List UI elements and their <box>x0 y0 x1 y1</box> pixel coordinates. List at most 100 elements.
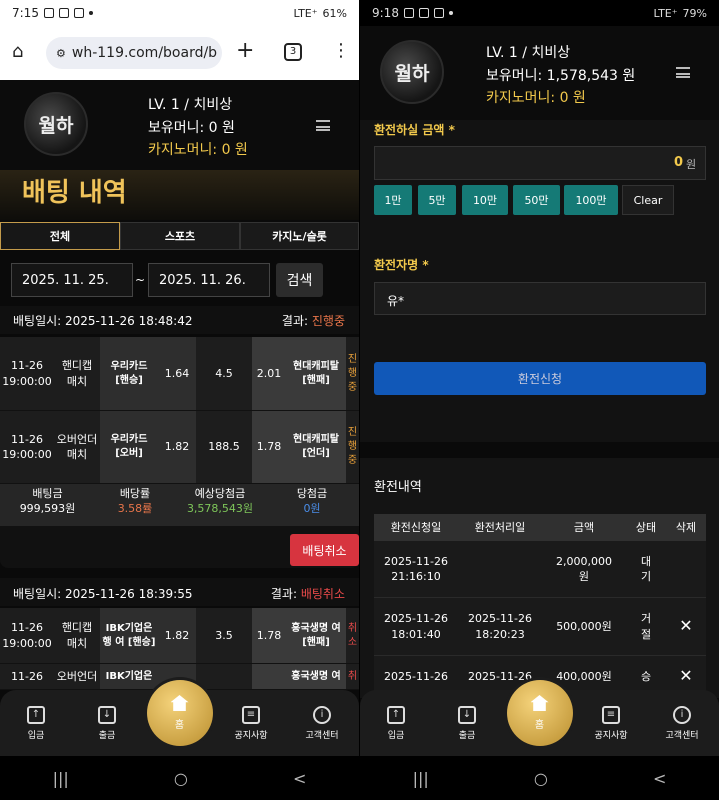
facebook-icon <box>418 8 429 18</box>
nav-support[interactable]: i 고객센터 <box>292 696 352 741</box>
site-logo[interactable]: 월하 <box>380 40 444 104</box>
withdraw-submit-button[interactable]: 환전신청 <box>374 362 706 395</box>
bet-cell-odds2[interactable]: 2.01 <box>252 337 286 411</box>
tab-sports[interactable]: 스포츠 <box>120 222 240 250</box>
info-icon: i <box>673 706 691 724</box>
date-to-input[interactable]: 2025. 11. 26. <box>148 263 270 297</box>
facebook-icon <box>58 8 69 18</box>
url-bar[interactable]: ⚙ wh-119.com/board/b <box>46 37 222 69</box>
bet-cell-odds2[interactable]: 1.78 <box>252 608 286 664</box>
nav-notice[interactable]: ≡ 공지사항 <box>581 696 641 741</box>
nav-notice[interactable]: ≡ 공지사항 <box>221 696 281 741</box>
bet-cell-away[interactable]: 현대캐피탈 [핸패] <box>286 337 346 411</box>
battery-level: 79% <box>682 6 707 20</box>
home-circle-icon[interactable]: ○ <box>174 769 188 788</box>
gallery-icon <box>433 8 444 18</box>
site-logo[interactable]: 월하 <box>24 92 88 156</box>
bet-cell-status: 진 행 중 <box>346 411 359 484</box>
bet-cell-line <box>196 664 252 690</box>
bet-cell-line: 4.5 <box>196 337 252 411</box>
delete-icon[interactable] <box>666 541 706 598</box>
home-circle-icon[interactable]: ○ <box>534 769 548 788</box>
user-money: 보유머니: 1,578,543 원 <box>486 68 636 84</box>
user-level: LV. 1 / 치비상 <box>486 45 571 61</box>
quick-10man-button[interactable]: 10만 <box>462 185 508 215</box>
amount-label: 환전하실 금액 * <box>374 123 455 137</box>
bet-cell-line: 3.5 <box>196 608 252 664</box>
name-input[interactable]: 유* <box>374 282 706 315</box>
withdraw-icon: ↓ <box>458 706 476 724</box>
browser-bar: ⌂ ⚙ wh-119.com/board/b + 3 ⋮ <box>0 26 359 80</box>
home-icon[interactable]: ⌂ <box>12 43 32 61</box>
bet-cell-away[interactable]: 현대캐피탈 [언더] <box>286 411 346 484</box>
recents-icon[interactable]: ||| <box>53 769 69 788</box>
search-button[interactable]: 검색 <box>276 263 323 297</box>
bet-cell-line: 188.5 <box>196 411 252 484</box>
history-cell-req: 2025-11-26 21:16:10 <box>374 541 458 598</box>
list-icon: ≡ <box>242 706 260 724</box>
nav-deposit[interactable]: ↑ 입금 <box>366 696 426 741</box>
history-cell-done <box>458 541 542 598</box>
quick-100man-button[interactable]: 100만 <box>564 185 618 215</box>
cancel-bet-button[interactable]: 배팅취소 <box>290 534 359 566</box>
amount-value: 0 <box>674 155 684 170</box>
house-icon <box>170 695 189 711</box>
delete-icon[interactable]: ✕ <box>666 598 706 656</box>
hamburger-icon[interactable] <box>316 120 330 131</box>
site-settings-icon[interactable]: ⚙ <box>56 47 66 60</box>
bet-time: 배팅일시: 2025-11-26 18:39:55 <box>13 587 193 601</box>
page-title: 배팅 내역 <box>22 178 127 208</box>
back-icon[interactable]: < <box>653 769 666 788</box>
bet-cell-date: 11-26 <box>0 664 54 690</box>
nav-support[interactable]: i 고객센터 <box>652 696 712 741</box>
bet-cell-date: 11-26 19:00:00 <box>0 337 54 411</box>
signal-icon: LTE⁺ <box>293 6 318 20</box>
cloud-icon <box>403 8 414 18</box>
bet-cell-home[interactable]: IBK기업은 <box>100 664 158 690</box>
bet-cell-away[interactable]: 흥국생명 여 [핸패] <box>286 608 346 664</box>
url-text: wh-119.com/board/b <box>71 45 218 61</box>
tab-casino-slot[interactable]: 카지노/슬롯 <box>240 222 359 250</box>
new-tab-icon[interactable]: + <box>236 39 254 63</box>
casino-money: 카지노머니: 0 원 <box>148 142 248 158</box>
list-icon: ≡ <box>602 706 620 724</box>
nav-withdraw[interactable]: ↓ 출금 <box>77 696 137 741</box>
nav-home-button[interactable]: 홈 <box>146 680 213 746</box>
recents-icon[interactable]: ||| <box>413 769 429 788</box>
bet-cell-home[interactable]: 우리카드 [핸승] <box>100 337 158 411</box>
hamburger-icon[interactable] <box>676 67 690 78</box>
left-phone: 7:15 LTE⁺ 61% ⌂ ⚙ wh-119.com/board/b + 3 ⋮… <box>0 0 359 800</box>
bet-cell-home[interactable]: 우리카드 [오버] <box>100 411 158 484</box>
bet-cell-away[interactable]: 흥국생명 여 <box>286 664 346 690</box>
user-money: 보유머니: 0 원 <box>148 120 235 136</box>
tab-count[interactable]: 3 <box>284 43 302 61</box>
bet-cell-date: 11-26 19:00:00 <box>0 608 54 664</box>
system-nav: ||| ○ < <box>360 756 719 800</box>
quick-1man-button[interactable]: 1만 <box>374 185 412 215</box>
clear-button[interactable]: Clear <box>622 185 674 215</box>
quick-5man-button[interactable]: 5만 <box>418 185 456 215</box>
quick-50man-button[interactable]: 50만 <box>513 185 560 215</box>
history-cell-req: 2025-11-26 18:01:40 <box>374 598 458 656</box>
bet-cell-odds2[interactable]: 1.78 <box>252 411 286 484</box>
nav-home-button[interactable]: 홈 <box>506 680 573 746</box>
bet-cell-odds2[interactable] <box>252 664 286 690</box>
bet-result: 결과: 배팅취소 <box>270 587 345 601</box>
system-nav: ||| ○ < <box>0 756 359 800</box>
bet-cell-type: 오버언더 <box>54 664 100 690</box>
nav-deposit[interactable]: ↑ 입금 <box>6 696 66 741</box>
back-icon[interactable]: < <box>293 769 306 788</box>
bet-cell-odds1[interactable]: 1.82 <box>158 608 196 664</box>
nav-withdraw[interactable]: ↓ 출금 <box>437 696 497 741</box>
date-from-input[interactable]: 2025. 11. 25. <box>11 263 133 297</box>
amount-input[interactable] <box>374 146 706 180</box>
bet-result: 결과: 진행중 <box>281 314 345 328</box>
history-cell-status: 대 기 <box>626 541 666 598</box>
tab-all[interactable]: 전체 <box>0 222 120 250</box>
bet-cell-type: 오버언더 매치 <box>54 411 100 484</box>
bet-cell-odds1[interactable]: 1.64 <box>158 337 196 411</box>
status-bar: 7:15 LTE⁺ 61% <box>0 0 359 26</box>
bet-cell-odds1[interactable]: 1.82 <box>158 411 196 484</box>
bet-cell-home[interactable]: IBK기업은 행 여 [핸승] <box>100 608 158 664</box>
menu-icon[interactable]: ⋮ <box>332 40 350 62</box>
